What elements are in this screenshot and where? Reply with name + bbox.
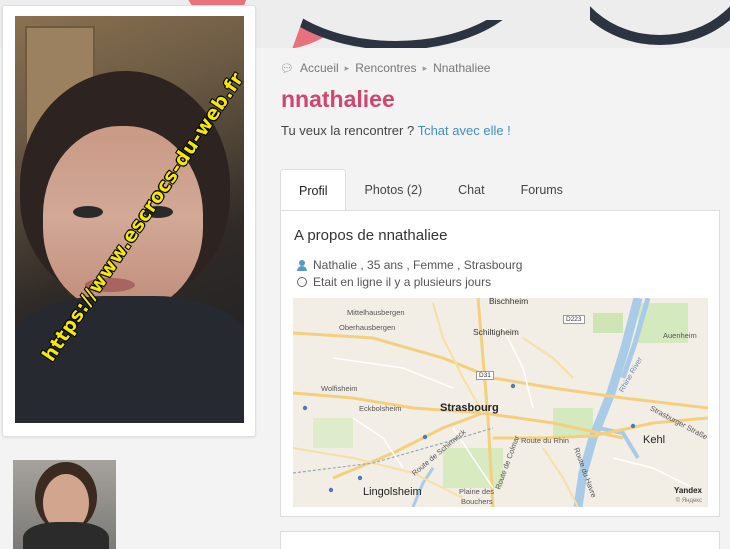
user-icon xyxy=(297,259,307,271)
tab-photos[interactable]: Photos (2) xyxy=(346,169,440,211)
status-row: Etait en ligne il y a plusieurs jours xyxy=(297,275,491,289)
status-text: Etait en ligne il y a plusieurs jours xyxy=(313,275,492,289)
yandex-logo[interactable]: Yandex xyxy=(674,486,702,495)
map-label-schiltigheim: Schiltigheim xyxy=(473,327,519,337)
map-label-wolfisheim: Wolfisheim xyxy=(321,384,358,393)
banner-shape-mask-2 xyxy=(470,0,590,20)
map-label-bouchers: Bouchers xyxy=(461,497,493,506)
breadcrumb-current: Nnathaliee xyxy=(433,61,491,75)
breadcrumb-home[interactable]: Accueil xyxy=(300,61,339,75)
next-panel xyxy=(280,531,720,549)
map-label-eckbolsheim: Eckbolsheim xyxy=(359,404,402,413)
photo-eye-left xyxy=(73,206,103,218)
details-text: Nathalie , 35 ans , Femme , Strasbourg xyxy=(313,258,523,272)
tab-chat[interactable]: Chat xyxy=(440,169,502,211)
yandex-copyright: © Яндекс xyxy=(675,498,702,504)
map-label-auenheim: Auenheim xyxy=(663,331,697,340)
map-label-mittelhausbergen: Mittelhausbergen xyxy=(347,308,405,317)
about-panel: A propos de nnathaliee Nathalie , 35 ans… xyxy=(280,210,720,517)
profile-main-photo[interactable]: https://www.escrocs-du-web.fr xyxy=(15,16,244,423)
tab-forums[interactable]: Forums xyxy=(503,169,581,211)
thumb-body xyxy=(23,522,109,549)
breadcrumb: 💬︎ Accueil ▸ Rencontres ▸ Nnathaliee xyxy=(280,61,490,75)
status-circle-icon xyxy=(297,277,307,287)
breadcrumb-section[interactable]: Rencontres xyxy=(355,61,416,75)
tagline: Tu veux la rencontrer ? Tchat avec elle … xyxy=(281,123,511,138)
tagline-text: Tu veux la rencontrer ? xyxy=(281,123,418,138)
page-title: nnathaliee xyxy=(281,86,395,112)
tab-profil[interactable]: Profil xyxy=(280,169,347,211)
chevron-right-icon: ▸ xyxy=(422,62,428,73)
road-badge-d223: D223 xyxy=(563,315,585,324)
map-label-plaine: Plaine des xyxy=(459,487,495,496)
map-label-strasbourg: Strasbourg xyxy=(440,402,499,414)
profile-tabs: Profil Photos (2) Chat Forums xyxy=(280,169,581,211)
map-label-route-rhin: Route du Rhin xyxy=(521,436,569,445)
road-badge-d31: D31 xyxy=(476,371,494,380)
profile-thumbnail[interactable] xyxy=(13,460,116,549)
map-label-bischheim: Bischheim xyxy=(489,298,529,306)
chat-bubble-icon: 💬︎ xyxy=(280,62,294,75)
details-row: Nathalie , 35 ans , Femme , Strasbourg xyxy=(297,258,522,272)
location-map[interactable]: Bischheim Mittelhausbergen Oberhausberge… xyxy=(293,298,708,507)
about-title: A propos de nnathaliee xyxy=(294,227,448,244)
chevron-right-icon: ▸ xyxy=(344,62,350,73)
map-label-oberhausbergen: Oberhausbergen xyxy=(339,323,396,332)
map-label-lingolsheim: Lingolsheim xyxy=(363,486,422,498)
map-label-kehl: Kehl xyxy=(643,434,666,446)
profile-photo-card: https://www.escrocs-du-web.fr xyxy=(2,5,256,437)
chat-with-her-link[interactable]: Tchat avec elle ! xyxy=(418,123,511,138)
